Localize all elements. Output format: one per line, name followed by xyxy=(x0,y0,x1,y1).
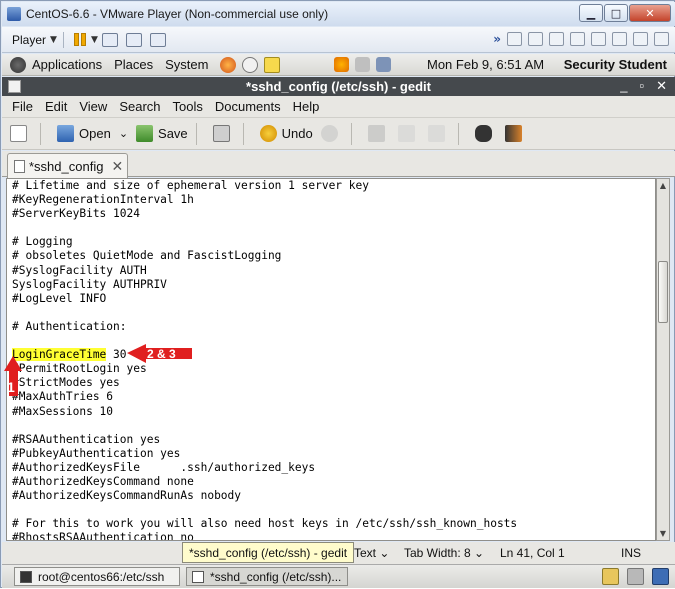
vmware-window: CentOS-6.6 - VMware Player (Non-commerci… xyxy=(0,0,675,588)
annotation-step-1: 1 xyxy=(7,379,15,395)
taskbar-item-label: root@centos66:/etc/ssh xyxy=(38,569,165,584)
tooltip: *sshd_config (/etc/ssh) - gedit xyxy=(182,542,355,563)
workspace-switcher-icon[interactable] xyxy=(652,568,669,585)
cursor-position: Ln 41, Col 1 xyxy=(500,546,565,560)
status-bar: *sshd_config (/etc/ssh) - gedit Text ⌄ T… xyxy=(2,542,675,564)
taskbar-tray xyxy=(602,568,669,585)
bottom-panel: root@centos66:/etc/ssh *sshd_config (/et… xyxy=(2,564,675,588)
chevron-down-icon: ⌄ xyxy=(379,546,390,560)
gedit-icon xyxy=(192,570,204,583)
taskbar-item-terminal[interactable]: root@centos66:/etc/ssh xyxy=(14,567,180,586)
tab-width-dropdown[interactable]: Tab Width: 8 ⌄ xyxy=(404,546,484,560)
taskbar-item-gedit[interactable]: *sshd_config (/etc/ssh)... xyxy=(186,567,348,586)
syntax-mode-dropdown[interactable]: Text ⌄ xyxy=(354,546,389,560)
taskbar-item-label: *sshd_config (/etc/ssh)... xyxy=(210,569,342,584)
annotation-step-2-3: 2 & 3 xyxy=(147,347,176,361)
workspace-icon[interactable] xyxy=(627,568,644,585)
terminal-icon xyxy=(20,570,32,583)
insert-mode: INS xyxy=(621,546,642,560)
chevron-down-icon: ⌄ xyxy=(474,546,485,560)
notes-icon[interactable] xyxy=(602,568,619,585)
annotation-overlay: 2 & 3 1 xyxy=(4,344,192,396)
